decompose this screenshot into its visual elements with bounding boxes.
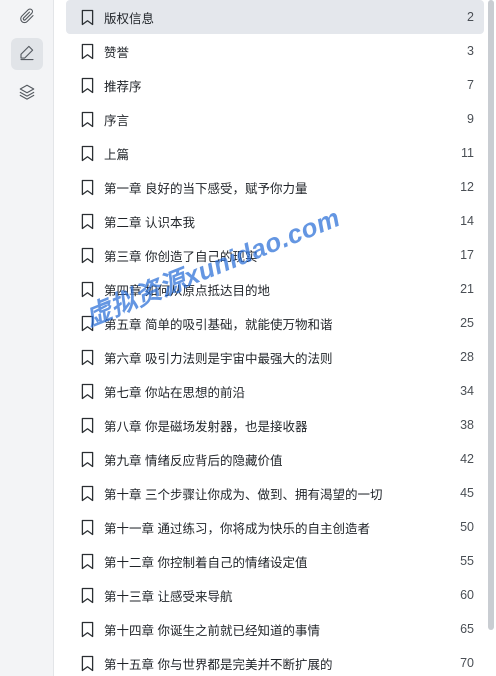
toc-item-title: 第七章 你站在思想的前沿 (104, 385, 245, 400)
bookmark-icon[interactable] (80, 8, 94, 26)
toc-item-page: 60 (460, 588, 474, 602)
bookmark-icon[interactable] (80, 42, 94, 60)
paperclip-icon (18, 7, 36, 30)
bookmark-icon[interactable] (80, 76, 94, 94)
toc-item-title: 第十三章 让感受来导航 (104, 589, 233, 604)
toc-item-title: 版权信息 (104, 11, 155, 26)
toc-item-title: 第二章 认识本我 (104, 215, 195, 230)
bookmark-icon[interactable] (80, 654, 94, 672)
toc-item[interactable]: 第一章 良好的当下感受，赋予你力量 12 (66, 170, 484, 204)
toc-item-page: 7 (467, 78, 474, 92)
toc-item-page: 55 (460, 554, 474, 568)
toc-item[interactable]: 第五章 简单的吸引基础，就能使万物和谐 25 (66, 306, 484, 340)
toc-item-page: 70 (460, 656, 474, 670)
table-of-contents: 版权信息 2 赞誉 3 推荐序 7 序言 9 上篇 11 第一章 良好的当下感受，赋予你力量 12 第二… (54, 0, 496, 676)
bookmark-icon[interactable] (80, 314, 94, 332)
toc-item-page: 12 (460, 180, 474, 194)
toc-item-title: 第十一章 通过练习，你将成为快乐的自主创造者 (104, 521, 370, 536)
toc-item-page: 9 (467, 112, 474, 126)
edit-icon (18, 43, 36, 66)
toc-item[interactable]: 第八章 你是磁场发射器，也是接收器 38 (66, 408, 484, 442)
bookmark-icon[interactable] (80, 178, 94, 196)
toc-item[interactable]: 第十四章 你诞生之前就已经知道的事情 65 (66, 612, 484, 646)
toc-item-title: 推荐序 (104, 79, 142, 94)
toc-item[interactable]: 第四章 如何从原点抵达目的地 21 (66, 272, 484, 306)
toc-item-title: 第一章 良好的当下感受，赋予你力量 (104, 181, 308, 196)
toc-item-page: 42 (460, 452, 474, 466)
toc-item[interactable]: 第三章 你创造了自己的现实 17 (66, 238, 484, 272)
toc-item[interactable]: 推荐序 7 (66, 68, 484, 102)
toc-item-page: 45 (460, 486, 474, 500)
toc-item[interactable]: 第九章 情绪反应背后的隐藏价值 42 (66, 442, 484, 476)
toc-item-title: 第六章 吸引力法则是宇宙中最强大的法则 (104, 351, 333, 366)
toc-list: 版权信息 2 赞誉 3 推荐序 7 序言 9 上篇 11 第一章 良好的当下感受，赋予你力量 12 第二… (66, 0, 484, 676)
toc-item-title: 第四章 如何从原点抵达目的地 (104, 283, 270, 298)
toc-item[interactable]: 第十五章 你与世界都是完美并不断扩展的 70 (66, 646, 484, 676)
layers-button[interactable] (11, 78, 43, 110)
toc-item[interactable]: 第六章 吸引力法则是宇宙中最强大的法则 28 (66, 340, 484, 374)
bookmark-icon[interactable] (80, 586, 94, 604)
toc-item-title: 第十章 三个步骤让你成为、做到、拥有渴望的一切 (104, 487, 383, 502)
toc-item-page: 34 (460, 384, 474, 398)
toc-item[interactable]: 第十一章 通过练习，你将成为快乐的自主创造者 50 (66, 510, 484, 544)
toc-item[interactable]: 第七章 你站在思想的前沿 34 (66, 374, 484, 408)
bookmark-icon[interactable] (80, 416, 94, 434)
toc-item[interactable]: 第十三章 让感受来导航 60 (66, 578, 484, 612)
sidebar-rail (0, 0, 54, 676)
toc-item[interactable]: 版权信息 2 (66, 0, 484, 34)
bookmark-icon[interactable] (80, 144, 94, 162)
scrollbar[interactable] (488, 0, 494, 630)
toc-item[interactable]: 上篇 11 (66, 136, 484, 170)
bookmark-icon[interactable] (80, 620, 94, 638)
reader-app: 版权信息 2 赞誉 3 推荐序 7 序言 9 上篇 11 第一章 良好的当下感受，赋予你力量 12 第二… (0, 0, 496, 676)
bookmark-icon[interactable] (80, 348, 94, 366)
toc-item-page: 38 (460, 418, 474, 432)
toc-item-title: 序言 (104, 113, 130, 128)
bookmark-icon[interactable] (80, 518, 94, 536)
toc-item-page: 21 (460, 282, 474, 296)
annotations-button[interactable] (11, 38, 43, 70)
toc-item[interactable]: 序言 9 (66, 102, 484, 136)
bookmark-icon[interactable] (80, 212, 94, 230)
toc-item-title: 第九章 情绪反应背后的隐藏价值 (104, 453, 283, 468)
toc-item-title: 第十五章 你与世界都是完美并不断扩展的 (104, 657, 333, 672)
toc-item-title: 赞誉 (104, 45, 130, 60)
toc-item-title: 上篇 (104, 147, 130, 162)
toc-item-page: 17 (460, 248, 474, 262)
bookmark-icon[interactable] (80, 382, 94, 400)
toc-item-page: 14 (460, 214, 474, 228)
toc-item-page: 11 (461, 146, 474, 160)
bookmark-icon[interactable] (80, 246, 94, 264)
toc-item-title: 第三章 你创造了自己的现实 (104, 249, 258, 264)
toc-item[interactable]: 第十二章 你控制着自己的情绪设定值 55 (66, 544, 484, 578)
toc-item[interactable]: 第十章 三个步骤让你成为、做到、拥有渴望的一切 45 (66, 476, 484, 510)
toc-item-page: 2 (467, 10, 474, 24)
layers-icon (18, 83, 36, 106)
toc-item-title: 第十四章 你诞生之前就已经知道的事情 (104, 623, 320, 638)
toc-item[interactable]: 赞誉 3 (66, 34, 484, 68)
bookmark-icon[interactable] (80, 110, 94, 128)
toc-item-page: 25 (460, 316, 474, 330)
toc-item-title: 第八章 你是磁场发射器，也是接收器 (104, 419, 308, 434)
toc-item-title: 第十二章 你控制着自己的情绪设定值 (104, 555, 308, 570)
attachments-button[interactable] (11, 2, 43, 34)
toc-item-page: 50 (460, 520, 474, 534)
toc-item-title: 第五章 简单的吸引基础，就能使万物和谐 (104, 317, 333, 332)
toc-item-page: 28 (460, 350, 474, 364)
bookmark-icon[interactable] (80, 450, 94, 468)
bookmark-icon[interactable] (80, 280, 94, 298)
bookmark-icon[interactable] (80, 552, 94, 570)
toc-item-page: 65 (460, 622, 474, 636)
toc-item-page: 3 (467, 44, 474, 58)
bookmark-icon[interactable] (80, 484, 94, 502)
toc-item[interactable]: 第二章 认识本我 14 (66, 204, 484, 238)
